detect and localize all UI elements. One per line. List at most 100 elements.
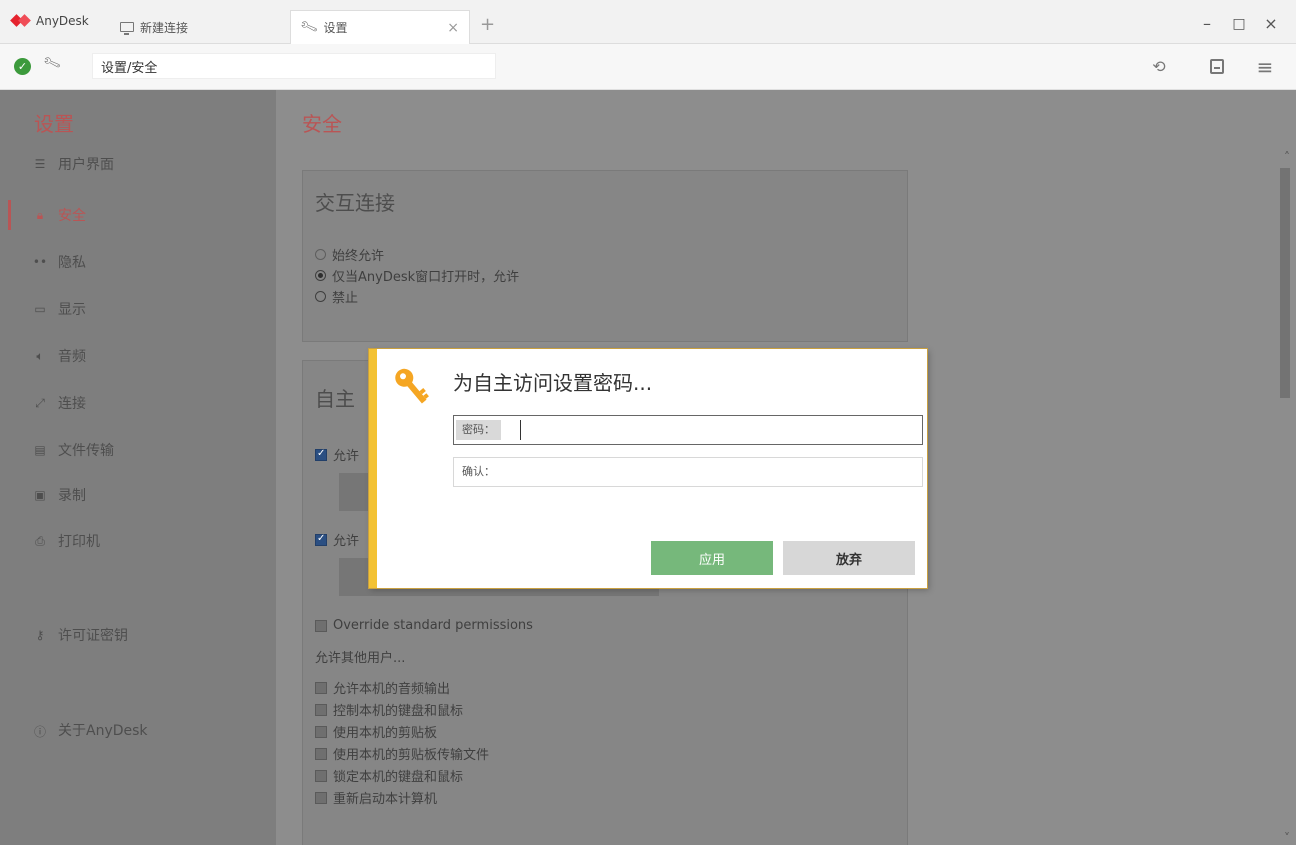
section-label: 允许其他用户... [315,651,406,666]
checkbox-label: 允许 [333,534,360,549]
sidebar-item-label: 连接 [58,396,86,412]
radio-allow-when-open[interactable]: 仅当AnyDesk窗口打开时，允许 [315,266,519,285]
tab-settings[interactable]: 🔧︎ 设置 × [290,10,470,44]
info-icon: ⓘ [33,725,46,739]
radio-button[interactable] [315,249,326,260]
sidebar-item-label: 录制 [58,488,86,504]
checkbox-label: 允许本机的音频输出 [333,682,451,697]
sidebar-item-label: 隐私 [58,255,86,271]
confirm-label: 确认： [462,465,495,478]
radio-disallow[interactable]: 禁止 [315,287,358,306]
permission-clipboard[interactable]: 使用本机的剪贴板 [315,722,437,741]
password-label: 密码： [456,420,501,440]
sidebar-item-license[interactable]: ⚷ 许可证密钥 [32,623,128,647]
sidebar-item-label: 文件传输 [58,443,114,459]
sidebar-item-label: 音频 [58,349,86,365]
radio-always-allow[interactable]: 始终允许 [315,245,384,264]
radio-button[interactable] [315,270,326,281]
radio-label: 始终允许 [332,249,385,264]
wrench-icon: 🔧︎ [41,53,63,74]
close-window-button[interactable]: × [1258,14,1284,34]
sidebar-item-label: 安全 [58,208,86,224]
panel-title: 自主 [315,387,355,411]
sidebar-item-ui[interactable]: ☰ 用户界面 [32,152,114,176]
scrollbar-thumb[interactable] [1280,168,1290,398]
permission-audio[interactable]: 允许本机的音频输出 [315,678,450,697]
sidebar-item-record[interactable]: ▣ 录制 [32,483,86,507]
sidebar-item-label: 打印机 [58,534,100,550]
checkbox-allow-unattended[interactable]: 允许 [315,445,359,464]
sidebar-item-label: 显示 [58,302,86,318]
panel-title: 交互连接 [315,191,395,215]
new-tab-button[interactable]: + [480,16,495,34]
audio-icon: 🔈︎ [36,349,44,363]
checkbox-label: 使用本机的剪贴板传输文件 [333,748,490,763]
sidebar-item-connection[interactable]: ⤢ 连接 [32,391,86,415]
sidebar-item-privacy[interactable]: •• 隐私 [32,250,86,274]
display-icon: ▭ [34,302,46,316]
app-brand: AnyDesk [12,14,89,28]
menu-icon[interactable] [1254,56,1276,78]
checkbox[interactable] [315,448,327,461]
radio-label: 仅当AnyDesk窗口打开时，允许 [332,270,520,285]
tab-label: 新建连接 [140,20,189,35]
radio-button[interactable] [315,291,326,302]
text-caret [520,420,521,440]
key-icon [395,368,429,404]
permission-keyboard-mouse[interactable]: 控制本机的键盘和鼠标 [315,700,463,719]
checkbox[interactable] [315,769,327,782]
history-icon[interactable] [1148,56,1170,78]
title-bar: AnyDesk 新建连接 🔧︎ 设置 × + – □ × [0,0,1296,44]
scroll-down-icon[interactable]: ˅ [1284,831,1290,845]
checkbox-label: 允许 [333,449,360,464]
dialog-title: 为自主访问设置密码... [453,371,653,395]
sidebar-item-security[interactable]: 🔒︎ 安全 [32,203,86,227]
confirm-input[interactable] [524,462,916,482]
sidebar-item-audio[interactable]: 🔈︎ 音频 [32,344,86,368]
sidebar-item-about[interactable]: ⓘ 关于AnyDesk [32,718,148,742]
checkbox-allow-second[interactable]: 允许 [315,530,359,549]
sidebar-item-file-transfer[interactable]: ▤ 文件传输 [32,438,114,462]
scroll-up-icon[interactable]: ˄ [1284,150,1290,164]
checkbox[interactable] [315,747,327,760]
key-icon: ⚷ [35,628,45,642]
cancel-button[interactable]: 放弃 [783,541,915,575]
set-password-dialog: 为自主访问设置密码... 密码： 确认： 应用 放弃 [369,349,927,588]
active-indicator [8,200,11,230]
checkbox[interactable] [315,725,327,738]
checkbox[interactable] [315,533,327,546]
sidebar-item-display[interactable]: ▭ 显示 [32,297,86,321]
anydesk-logo-icon [12,14,30,28]
password-input[interactable] [524,420,916,440]
checkbox-label: 控制本机的键盘和鼠标 [333,704,464,719]
save-icon[interactable] [1206,56,1228,78]
address-bar: ✓ 🔧︎ 设置/安全 [0,44,1296,90]
permission-restart[interactable]: 重新启动本计算机 [315,788,437,807]
minimize-button[interactable]: – [1194,14,1220,34]
address-input[interactable]: 设置/安全 [92,53,496,79]
sidebar-item-label: 关于AnyDesk [58,723,148,739]
sidebar-title: 设置 [34,112,74,136]
tab-new-connection[interactable]: 新建连接 [110,10,280,44]
checkbox-label: 锁定本机的键盘和鼠标 [333,770,464,785]
tab-label: 设置 [323,21,348,35]
permission-lock-input[interactable]: 锁定本机的键盘和鼠标 [315,766,463,785]
apply-button[interactable]: 应用 [651,541,773,575]
sidebar-item-label: 用户界面 [58,157,114,173]
checkbox[interactable] [315,681,327,694]
checkbox-label: Override standard permissions [333,618,533,633]
checkbox-label: 重新启动本计算机 [333,792,438,807]
checkbox[interactable] [315,703,327,716]
printer-icon: ⎙ [35,534,45,548]
checkbox[interactable] [315,791,327,804]
close-tab-icon[interactable]: × [447,20,459,36]
connection-icon: ⤢ [35,396,45,410]
confirm-field[interactable]: 确认： [453,457,923,487]
permission-clipboard-files[interactable]: 使用本机的剪贴板传输文件 [315,744,489,763]
password-field[interactable]: 密码： [453,415,923,445]
checkbox-label: 使用本机的剪贴板 [333,726,438,741]
sidebar-item-printer[interactable]: ⎙ 打印机 [32,529,100,553]
checkbox[interactable] [315,619,327,632]
maximize-button[interactable]: □ [1226,14,1252,34]
checkbox-override-permissions[interactable]: Override standard permissions [315,618,533,633]
